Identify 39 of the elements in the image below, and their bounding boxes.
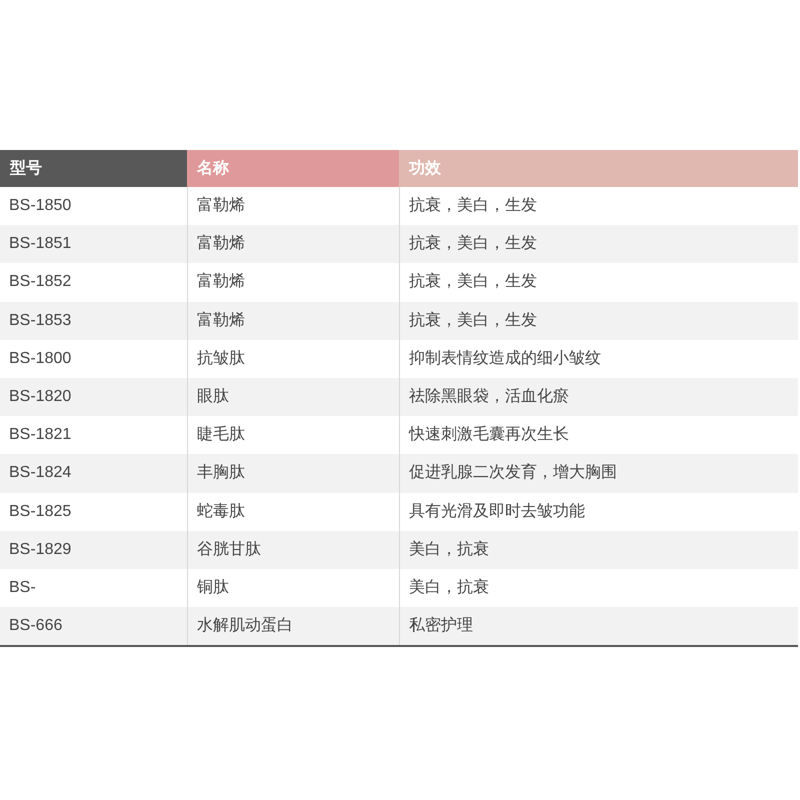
table-cell-text: BS-1821 [8, 425, 72, 446]
table-cell-text: BS-1824 [8, 463, 72, 484]
table-cell-text: 眼肽 [196, 387, 230, 408]
table-cell-text: BS-1820 [8, 387, 72, 408]
table-cell-text: 抗衰，美白，生发 [408, 196, 538, 216]
table-cell-text: 水解肌动蛋白 [196, 616, 294, 636]
table-cell-text: 富勒烯 [196, 310, 246, 331]
table-cell-text: 抑制表情纹造成的细小皱纹 [408, 348, 602, 369]
table-cell-text: 抗衰，美白，生发 [408, 234, 538, 254]
table-cell-text: 具有光滑及即时去皱功能 [408, 502, 586, 522]
table-cell-text: 蛇毒肽 [196, 502, 246, 522]
table-cell-text: 抗衰，美白，生发 [408, 310, 538, 331]
table-cell-text: BS-1800 [8, 348, 72, 369]
table-cell-text: 睫毛肽 [196, 424, 246, 446]
table-cell-text: 私密护理 [408, 616, 474, 636]
table-cell-text: BS- [8, 578, 37, 598]
table-cell-text: 富勒烯 [196, 272, 246, 292]
table-cell-text: 抗衰，美白，生发 [408, 272, 538, 292]
table-cell-text: 谷胱甘肽 [196, 540, 262, 560]
column-header: 名称 [187, 150, 399, 187]
table-cell-text: 抗皱肽 [196, 348, 246, 369]
column-header: 型号 [0, 150, 187, 187]
table-cell-text: BS-1850 [8, 196, 72, 216]
table-cell-text: BS-1852 [8, 272, 72, 292]
table-cell-text: 丰胸肽 [196, 462, 246, 484]
table-cell-text: 富勒烯 [196, 234, 246, 254]
table-cell-text: 美白，抗衰 [408, 540, 490, 560]
table-cell-text: BS-1853 [8, 310, 72, 331]
table-cell-text: 铜肽 [196, 578, 230, 598]
table-cell-text: 促进乳腺二次发育，增大胸围 [408, 462, 618, 484]
table-cell-text: BS-1829 [8, 540, 72, 560]
table-cell-text: 快速刺激毛囊再次生长 [408, 424, 570, 446]
table-cell-text: BS-666 [8, 616, 64, 636]
column-header: 功效 [399, 150, 798, 187]
table-cell-text: 美白，抗衰 [408, 578, 490, 598]
table-cell-text: BS-1825 [8, 502, 72, 522]
table-cell-text: 祛除黑眼袋，活血化瘀 [408, 386, 570, 408]
table-cell-text: BS-1851 [8, 234, 72, 254]
table-cell-text: 富勒烯 [196, 196, 246, 216]
